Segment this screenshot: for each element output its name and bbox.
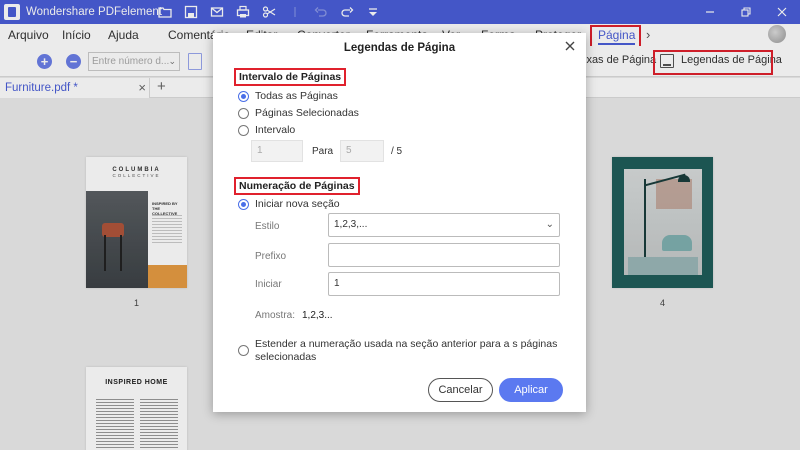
- sample-value: 1,2,3...: [302, 310, 333, 321]
- prefix-input[interactable]: [328, 243, 560, 267]
- start-input[interactable]: 1: [328, 272, 560, 296]
- radio-label: Todas as Páginas: [255, 90, 338, 102]
- apply-button[interactable]: Aplicar: [499, 378, 563, 402]
- radio-button[interactable]: [238, 345, 249, 356]
- radio-all-pages[interactable]: Todas as Páginas: [238, 90, 338, 102]
- chevron-down-icon: ⌄: [545, 219, 554, 230]
- range-total: / 5: [391, 146, 403, 157]
- page-labels-dialog: Legendas de Página Intervalo de Páginas …: [213, 33, 586, 412]
- radio-button[interactable]: [238, 90, 249, 102]
- sample-label: Amostra:: [255, 310, 296, 321]
- range-to-label: Para: [312, 146, 334, 157]
- close-icon[interactable]: [563, 39, 577, 53]
- range-section-title: Intervalo de Páginas: [234, 68, 347, 86]
- radio-label: Estender a numeração usada na seção ante…: [255, 338, 558, 363]
- radio-button[interactable]: [238, 198, 249, 210]
- radio-new-section[interactable]: Iniciar nova seção: [238, 198, 340, 210]
- range-to-input[interactable]: 5: [340, 140, 384, 162]
- radio-interval[interactable]: Intervalo: [238, 124, 295, 136]
- radio-label: Intervalo: [255, 124, 296, 136]
- style-label: Estilo: [255, 221, 280, 232]
- style-select[interactable]: 1,2,3,... ⌄: [328, 213, 560, 237]
- style-value: 1,2,3,...: [334, 219, 368, 230]
- range-from-input[interactable]: 1: [251, 140, 303, 162]
- radio-selected-pages[interactable]: Páginas Selecionadas: [238, 107, 359, 119]
- radio-button[interactable]: [238, 124, 249, 136]
- start-label: Iniciar: [255, 279, 282, 290]
- radio-label: Páginas Selecionadas: [255, 107, 359, 119]
- numbering-section-title: Numeração de Páginas: [234, 177, 360, 195]
- dialog-title: Legendas de Página: [343, 42, 456, 54]
- radio-button[interactable]: [238, 107, 249, 119]
- cancel-button[interactable]: Cancelar: [428, 378, 493, 402]
- radio-extend-numbering[interactable]: Estender a numeração usada na seção ante…: [238, 338, 558, 364]
- radio-label: Iniciar nova seção: [255, 198, 340, 210]
- prefix-label: Prefixo: [255, 251, 287, 262]
